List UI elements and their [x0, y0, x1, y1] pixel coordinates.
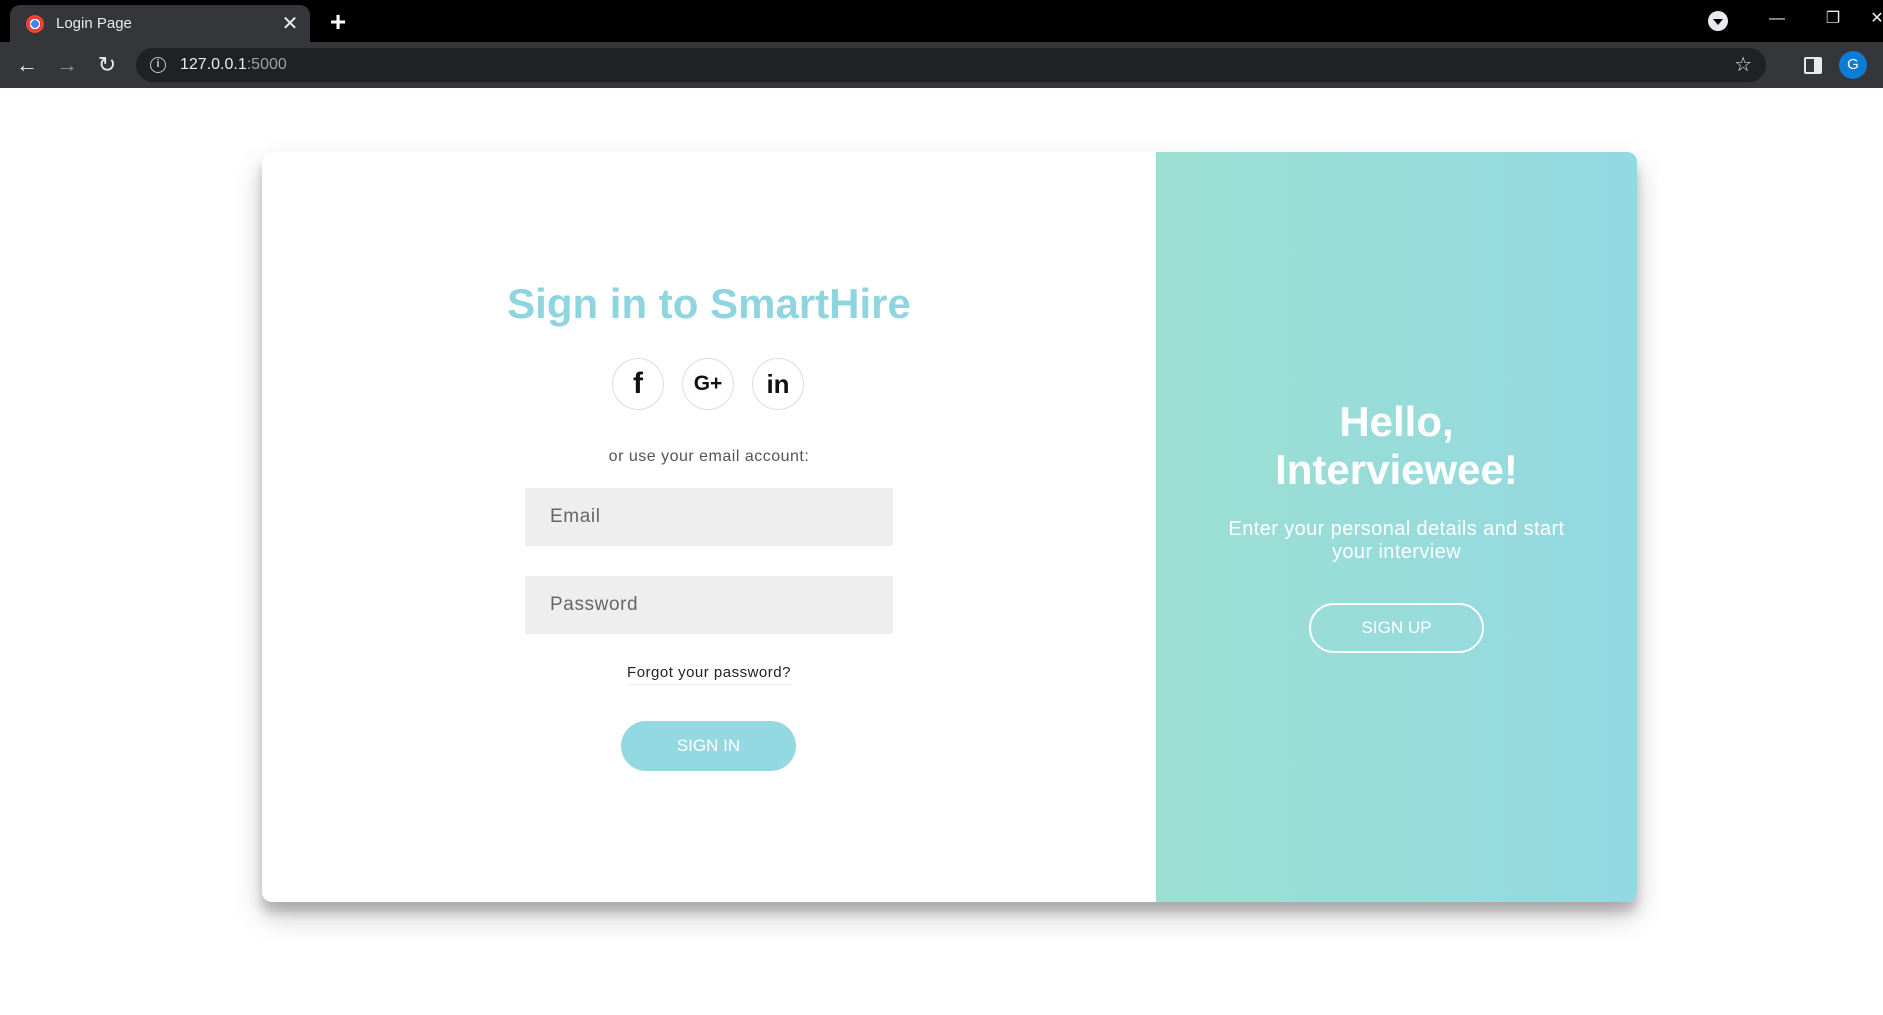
tab-search-icon[interactable]: [1708, 11, 1728, 31]
url-port: :5000: [246, 56, 287, 73]
profile-avatar[interactable]: G: [1839, 51, 1867, 79]
sign-in-button[interactable]: SIGN IN: [621, 721, 796, 771]
tab-title: Login Page: [56, 15, 132, 32]
facebook-icon[interactable]: f: [612, 358, 664, 410]
new-tab-button[interactable]: +: [324, 8, 352, 36]
bookmark-star-icon[interactable]: ☆: [1734, 54, 1752, 76]
back-arrow-icon[interactable]: ←: [12, 50, 42, 80]
password-field[interactable]: [525, 576, 893, 634]
welcome-title-line1: Hello,: [1339, 398, 1454, 445]
signin-title: Sign in to SmartHire: [507, 280, 911, 327]
browser-toolbar: ← → ↻ i 127.0.0.1:5000 ☆ G: [0, 42, 1883, 88]
url-host: 127.0.0.1: [180, 56, 247, 73]
tab-close-icon[interactable]: ✕: [280, 14, 300, 34]
auth-card: Sign in to SmartHire f G+ in or use your…: [262, 152, 1637, 902]
forward-arrow-icon[interactable]: →: [52, 50, 82, 80]
address-bar[interactable]: i 127.0.0.1:5000 ☆: [136, 48, 1766, 82]
welcome-title-line2: Interviewee!: [1275, 446, 1518, 493]
side-panel-icon[interactable]: [1804, 57, 1822, 74]
sign-up-button[interactable]: SIGN UP: [1309, 603, 1484, 653]
forgot-password-link[interactable]: Forgot your password?: [627, 664, 791, 685]
social-login-row: f G+ in: [612, 358, 808, 410]
favicon-icon: [26, 14, 44, 33]
email-account-hint: or use your email account:: [608, 448, 810, 465]
browser-tab-strip: Login Page ✕ + — ❐ ✕: [0, 0, 1883, 42]
linkedin-icon[interactable]: in: [752, 358, 804, 410]
restore-button[interactable]: ❐: [1818, 6, 1848, 32]
minimize-button[interactable]: —: [1762, 6, 1792, 32]
reload-icon[interactable]: ↻: [92, 50, 122, 80]
page-viewport: Sign in to SmartHire f G+ in or use your…: [0, 88, 1883, 1015]
site-info-icon[interactable]: i: [150, 57, 166, 73]
browser-tab[interactable]: Login Page ✕: [10, 5, 310, 42]
google-plus-icon[interactable]: G+: [682, 358, 734, 410]
welcome-overlay-panel: Hello, Interviewee! Enter your personal …: [1156, 152, 1637, 902]
welcome-subtitle: Enter your personal details and start yo…: [1228, 518, 1565, 563]
window-close-button[interactable]: ✕: [1862, 6, 1883, 32]
signin-panel: Sign in to SmartHire f G+ in or use your…: [262, 152, 1156, 902]
email-field[interactable]: [525, 488, 893, 546]
welcome-title: Hello, Interviewee!: [1156, 398, 1637, 494]
forgot-password-container: Forgot your password?: [262, 664, 1156, 685]
